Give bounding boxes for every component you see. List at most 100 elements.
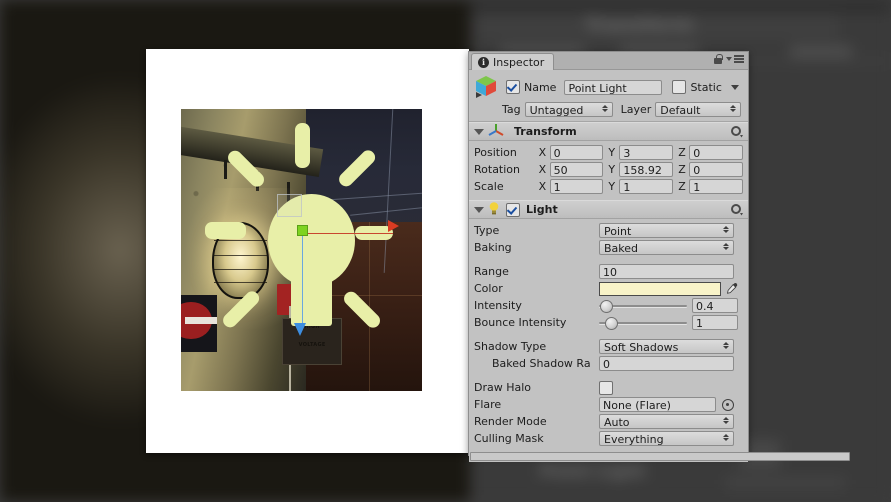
scene-photo: HIGH VOLTAGE [181,109,422,391]
inspector-menu-icon[interactable] [726,55,744,63]
bounce-intensity-field[interactable]: 1 [692,315,738,330]
transform-body: Position X 0 Y 3 Z 0 Rotation X 50 Y 158… [469,141,748,200]
position-z-field[interactable]: 0 [689,145,743,160]
light-enabled-checkbox[interactable] [506,202,520,217]
light-row-render-mode: Render Mode Auto [474,413,743,430]
gizmo-z-arrow[interactable] [293,323,306,337]
type-dropdown[interactable]: Point [599,223,734,238]
shadow-type-label: Shadow Type [474,340,547,353]
rotation-label: Rotation [474,163,521,176]
bounce-intensity-slider-knob[interactable] [605,317,619,330]
draw-halo-checkbox[interactable] [599,380,613,395]
light-gear-icon[interactable] [730,203,743,216]
range-field[interactable]: 10 [599,264,734,279]
tag-dropdown[interactable]: Untagged [524,102,613,117]
eyedropper-icon[interactable] [725,282,738,296]
scale-y-axis-label: Y [608,180,616,193]
range-label: Range [474,265,509,278]
light-row-flare: Flare None (Flare) [474,396,743,413]
shadow-type-dropdown[interactable]: Soft Shadows [599,339,734,354]
tag-value: Untagged [529,104,584,117]
light-row-baked-shadow-radius: Baked Shadow Ra 0 [474,355,743,372]
bulb-ray-top-right [335,147,378,190]
light-row-shadow-type: Shadow Type Soft Shadows [474,338,743,355]
baked-shadow-radius-label: Baked Shadow Ra [492,357,591,370]
position-label: Position [474,146,517,159]
light-foldout-icon[interactable] [474,206,484,213]
tab-inspector[interactable]: i Inspector [471,53,555,70]
intensity-label: Intensity [474,299,522,312]
position-x-axis-label: X [538,146,547,159]
transform-row-scale: Scale X 1 Y 1 Z 1 [474,178,743,195]
position-y-field[interactable]: 3 [619,145,674,160]
intensity-field[interactable]: 0.4 [692,298,738,313]
bulb-ray-bottom-left [220,288,263,331]
name-field[interactable]: Point Light [564,79,663,95]
name-label: Name [524,80,557,94]
tag-label: Tag [502,103,521,116]
light-row-baking: Baking Baked [474,239,743,256]
gizmo-z-axis[interactable] [301,233,303,329]
baking-dropdown[interactable]: Baked [599,240,734,255]
transform-foldout-icon[interactable] [474,128,484,135]
position-z-axis-label: Z [678,146,686,159]
light-body: Type Point Baking Baked Range 10 Color I… [469,219,748,452]
transform-row-position: Position X 0 Y 3 Z 0 [474,144,743,161]
bulb-ray-top-left [224,147,268,190]
gizmo-plane-handle[interactable] [277,193,303,217]
light-row-color: Color [474,280,743,297]
gameobject-cube-icon [474,75,499,99]
layer-value: Default [660,104,701,117]
draw-halo-label: Draw Halo [474,381,532,394]
scale-y-field[interactable]: 1 [619,179,674,194]
type-value: Point [604,225,632,238]
flare-object-picker-icon[interactable] [721,398,734,411]
render-mode-dropdown[interactable]: Auto [599,414,734,429]
render-mode-label: Render Mode [474,415,547,428]
culling-mask-dropdown[interactable]: Everything [599,431,734,446]
light-row-type: Type Point [474,222,743,239]
layer-dropdown[interactable]: Default [655,102,742,117]
point-light-bulb-gizmo [181,109,422,391]
rotation-z-field[interactable]: 0 [689,162,743,177]
gizmo-center-handle[interactable] [296,224,308,236]
static-dropdown-icon[interactable] [730,84,739,90]
rotation-x-field[interactable]: 50 [549,162,604,177]
scale-x-axis-label: X [538,180,547,193]
intensity-slider-knob[interactable] [600,300,614,313]
position-x-field[interactable]: 0 [549,145,604,160]
background-scrollbar[interactable] [470,452,850,461]
scale-z-field[interactable]: 1 [689,179,743,194]
color-swatch[interactable] [599,281,721,296]
baked-shadow-radius-field[interactable]: 0 [599,356,734,371]
transform-gear-icon[interactable] [730,125,743,138]
transform-component-header[interactable]: Transform [469,122,748,141]
baking-label: Baking [474,241,512,254]
inspector-tabbar: i Inspector [469,52,748,70]
culling-mask-label: Culling Mask [474,432,544,445]
scale-label: Scale [474,180,504,193]
info-icon: i [478,56,489,68]
culling-mask-value: Everything [604,433,664,446]
gameobject-enabled-checkbox[interactable] [506,80,520,94]
flare-field[interactable]: None (Flare) [599,397,716,412]
static-checkbox[interactable] [672,80,687,94]
gameobject-header: Name Point Light Static Tag Untagged Lay… [469,70,748,122]
gizmo-x-arrow[interactable] [388,220,400,233]
gizmo-x-axis[interactable] [301,233,394,235]
rotation-y-field[interactable]: 158.92 [619,162,674,177]
bounce-intensity-slider[interactable] [599,315,687,330]
light-row-bounce-intensity: Bounce Intensity 1 [474,314,743,331]
bounce-intensity-label: Bounce Intensity [474,316,567,329]
scale-z-axis-label: Z [678,180,686,193]
light-title: Light [526,203,558,216]
transform-axis-icon [488,123,504,140]
flare-label: Flare [474,398,502,411]
light-row-draw-halo: Draw Halo [474,379,743,396]
inspector-window: i Inspector Name Point Light Static Tag … [468,51,749,462]
lock-icon[interactable] [714,54,723,64]
intensity-slider[interactable] [599,298,687,313]
scale-x-field[interactable]: 1 [549,179,604,194]
bulb-ray-bottom-right [340,288,383,331]
light-component-header[interactable]: Light [469,200,748,219]
